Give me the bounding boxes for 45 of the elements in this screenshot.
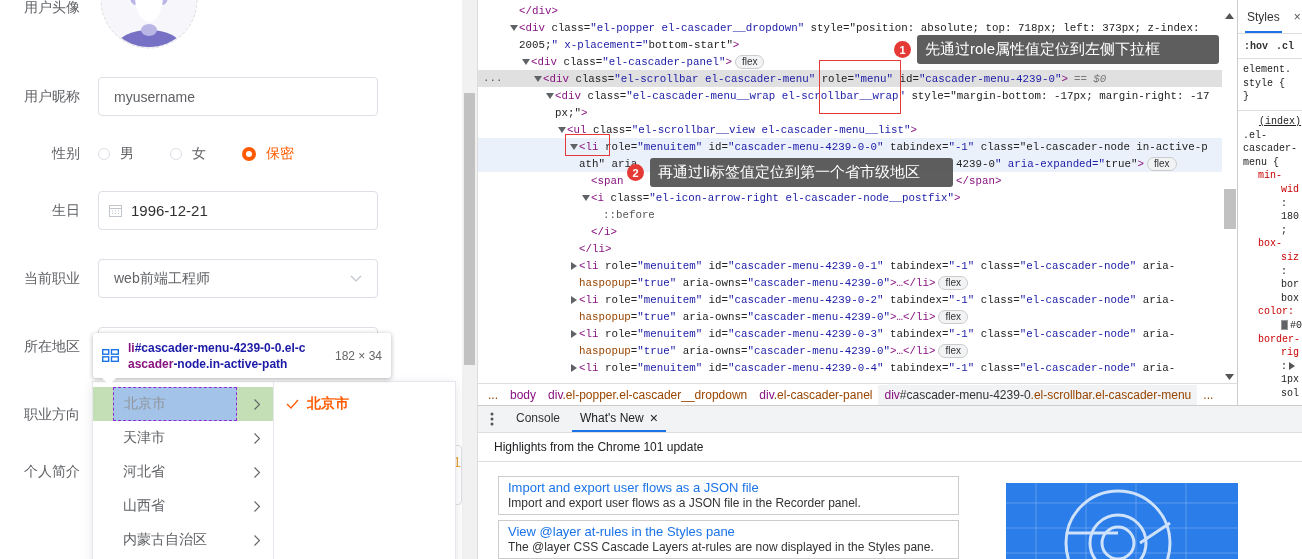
css-value: bor (1281, 279, 1299, 291)
form-label: 用户昵称 (23, 87, 80, 106)
element-selector: li#cascader-menu-4239-0-0.el-c ascader-node.in-active-path (128, 339, 307, 372)
css-property: wid (1281, 184, 1299, 196)
menu-item-label: 山西省 (122, 496, 166, 515)
css-value: : (1281, 265, 1287, 277)
css-value: : (1281, 360, 1287, 372)
form-label: 个人简介 (23, 462, 80, 481)
css-selector: style { (1243, 77, 1285, 89)
menu-item-label: 内蒙古自治区 (122, 530, 208, 549)
css-selector: .el- (1243, 129, 1267, 141)
css-property: color: (1258, 306, 1294, 318)
menu-item-label: 河北省 (122, 462, 166, 481)
form-label: 职业方向 (23, 405, 80, 424)
css-value: 1px (1281, 374, 1299, 386)
form-label: 生日 (51, 201, 80, 220)
annotation-tooltip: 先通过role属性值定位到左侧下拉框 (917, 35, 1219, 64)
selected-marker: == $0 (1073, 72, 1107, 85)
panel-heading: Highlights from the Chrome 101 update (494, 440, 704, 454)
form-label: 所在地区 (23, 337, 80, 356)
form-label: 性别 (50, 144, 80, 163)
css-property: border- (1258, 333, 1300, 345)
menu-item-label: 北京市 (113, 387, 237, 421)
css-selector: cascader- (1243, 143, 1297, 155)
css-value: 180 (1281, 211, 1299, 223)
menu-item-label: 天津市 (122, 428, 166, 447)
form-label: 当前职业 (23, 269, 80, 288)
form-label: 用户头像 (23, 0, 80, 14)
css-property: siz (1281, 252, 1299, 263)
css-selector: } (1243, 91, 1249, 103)
css-property: rig (1281, 347, 1299, 359)
css-value: box (1281, 292, 1299, 304)
css-selector: element. (1243, 64, 1291, 76)
css-value: #0 (1290, 320, 1302, 331)
element-size: 182 × 34 (334, 348, 382, 363)
css-property: box- (1258, 238, 1282, 250)
css-property: min- (1258, 170, 1282, 182)
css-value: ; (1281, 224, 1287, 236)
feature-description: Import and export user flows as a JSON file in the Recorder panel. (508, 496, 862, 511)
feature-description: The @layer CSS Cascade Layers at-rules are now displayed in the Styles pane. (508, 540, 935, 555)
css-value: sol (1281, 387, 1299, 399)
css-selector: menu { (1243, 156, 1279, 168)
css-value: : (1281, 197, 1287, 209)
step-badge: 1 (894, 41, 911, 58)
annotation-tooltip: 再通过li标签值定位到第一个省市级地区 (650, 158, 953, 187)
